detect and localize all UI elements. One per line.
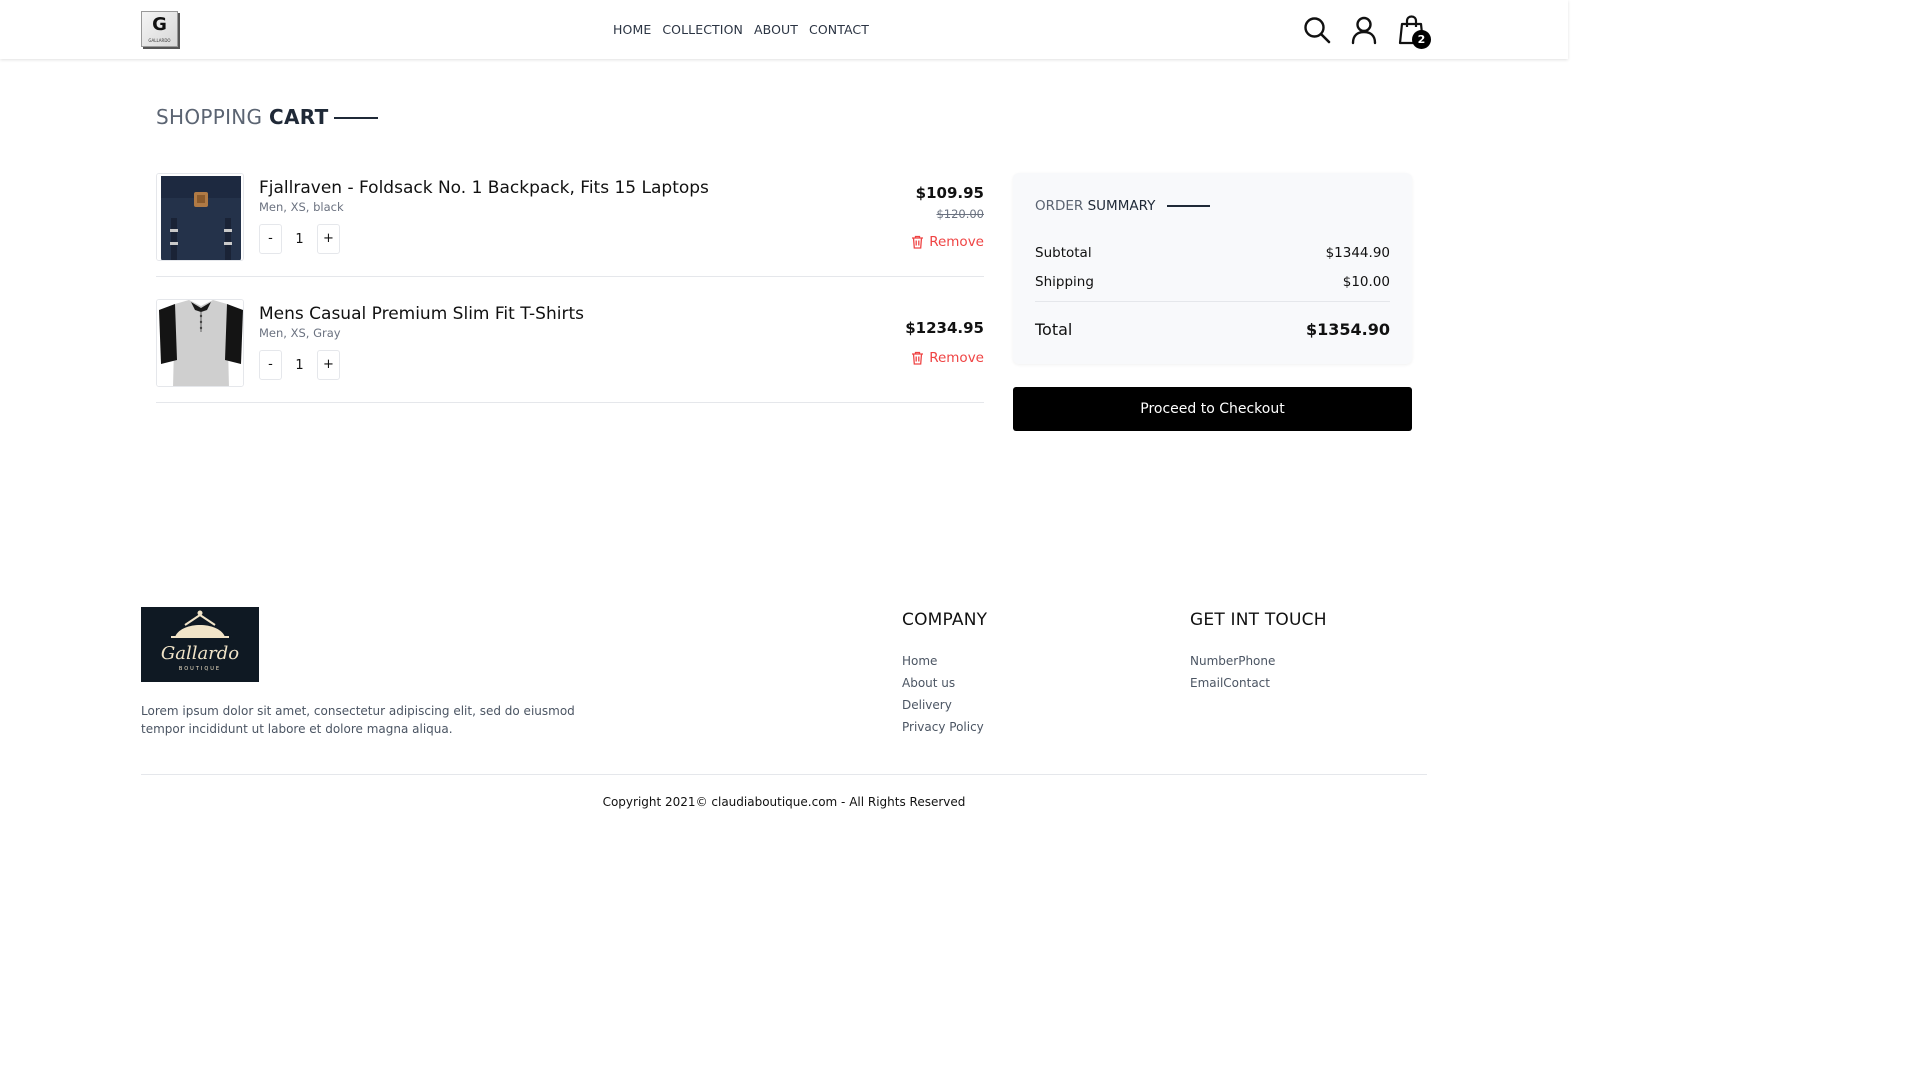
- footer-link-home[interactable]: Home: [902, 653, 984, 669]
- product-variant: Men, XS, black: [259, 200, 344, 214]
- remove-item-button[interactable]: Remove: [911, 350, 984, 366]
- increase-quantity-button[interactable]: +: [317, 350, 340, 380]
- nav-home[interactable]: HOME: [613, 22, 651, 37]
- quantity-stepper: - 1 +: [259, 350, 340, 380]
- title-underline: [334, 117, 378, 119]
- cart-item: Mens Casual Premium Slim Fit T-Shirts Me…: [156, 299, 984, 403]
- main-nav: HOME COLLECTION ABOUT CONTACT: [613, 22, 869, 37]
- shipping-value: $10.00: [1342, 274, 1390, 290]
- company-links: Home About us Delivery Privacy Policy: [902, 653, 984, 735]
- remove-label: Remove: [929, 350, 984, 366]
- nav-collection[interactable]: COLLECTION: [662, 22, 743, 37]
- order-summary-title: ORDER SUMMARY: [1035, 198, 1155, 214]
- product-name[interactable]: Fjallraven - Foldsack No. 1 Backpack, Fi…: [259, 178, 709, 198]
- proceed-to-checkout-button[interactable]: Proceed to Checkout: [1013, 387, 1412, 431]
- quantity-stepper: - 1 +: [259, 224, 340, 254]
- increase-quantity-button[interactable]: +: [317, 224, 340, 254]
- user-icon[interactable]: [1349, 15, 1379, 45]
- order-summary-panel: ORDER SUMMARY Subtotal $1344.90 Shipping…: [1013, 173, 1412, 364]
- page-title-light: SHOPPING: [156, 105, 263, 129]
- footer-logo-text: Gallardo: [161, 643, 239, 664]
- quantity-value: 1: [295, 357, 304, 373]
- footer-link-phone[interactable]: NumberPhone: [1190, 653, 1275, 669]
- footer-link-email[interactable]: EmailContact: [1190, 675, 1275, 691]
- nav-contact[interactable]: CONTACT: [809, 22, 869, 37]
- decrease-quantity-button[interactable]: -: [259, 350, 282, 380]
- product-price: $1234.95: [905, 319, 984, 337]
- contact-heading: GET INT TOUCH: [1190, 610, 1327, 630]
- footer-description: Lorem ipsum dolor sit amet, consectetur …: [141, 704, 575, 736]
- trash-icon: [912, 351, 924, 365]
- footer-logo[interactable]: Gallardo BOUTIQUE: [141, 607, 259, 682]
- subtotal-row: Subtotal $1344.90: [1035, 245, 1390, 261]
- remove-item-button[interactable]: Remove: [911, 234, 984, 250]
- nav-about[interactable]: ABOUT: [754, 22, 798, 37]
- trash-icon: [912, 235, 924, 249]
- quantity-value: 1: [295, 231, 304, 247]
- product-price: $109.95: [915, 184, 984, 202]
- product-name[interactable]: Mens Casual Premium Slim Fit T-Shirts: [259, 304, 584, 324]
- logo-subtext: GALLARDO: [148, 38, 171, 43]
- subtotal-label: Subtotal: [1035, 245, 1092, 261]
- shipping-row: Shipping $10.00: [1035, 274, 1390, 290]
- total-label: Total: [1035, 320, 1073, 339]
- order-summary-title-bold: SUMMARY: [1087, 198, 1156, 214]
- page-title-bold: CART: [269, 105, 329, 129]
- cart-item: Fjallraven - Foldsack No. 1 Backpack, Fi…: [156, 173, 984, 277]
- decrease-quantity-button[interactable]: -: [259, 224, 282, 254]
- contact-links: NumberPhone EmailContact: [1190, 653, 1275, 691]
- search-icon[interactable]: [1302, 15, 1332, 45]
- cart-count-badge: 2: [1412, 30, 1431, 49]
- site-logo[interactable]: G GALLARDO: [141, 11, 178, 47]
- footer-link-privacy[interactable]: Privacy Policy: [902, 719, 984, 735]
- order-summary-underline: [1167, 205, 1210, 207]
- copyright-text: Copyright 2021© claudiaboutique.com - Al…: [602, 795, 966, 809]
- footer-logo-subtext: BOUTIQUE: [179, 666, 221, 672]
- product-image-tshirt[interactable]: [156, 299, 244, 387]
- footer-link-delivery[interactable]: Delivery: [902, 697, 984, 713]
- total-row: Total $1354.90: [1035, 320, 1390, 339]
- site-header: G GALLARDO HOME COLLECTION ABOUT CONTACT…: [0, 0, 1568, 59]
- page-title: SHOPPING CART: [156, 105, 329, 129]
- original-price: $120.00: [936, 207, 984, 221]
- company-heading: COMPANY: [902, 610, 988, 630]
- footer-link-about[interactable]: About us: [902, 675, 984, 691]
- total-value: $1354.90: [1305, 320, 1390, 339]
- logo-letter: G: [152, 14, 167, 35]
- footer-divider: [141, 774, 1427, 775]
- order-summary-title-light: ORDER: [1035, 198, 1084, 214]
- shipping-label: Shipping: [1035, 274, 1094, 290]
- product-image-backpack[interactable]: [156, 173, 244, 261]
- subtotal-value: $1344.90: [1325, 245, 1390, 261]
- remove-label: Remove: [929, 234, 984, 250]
- summary-divider: [1035, 301, 1390, 302]
- product-variant: Men, XS, Gray: [259, 326, 341, 340]
